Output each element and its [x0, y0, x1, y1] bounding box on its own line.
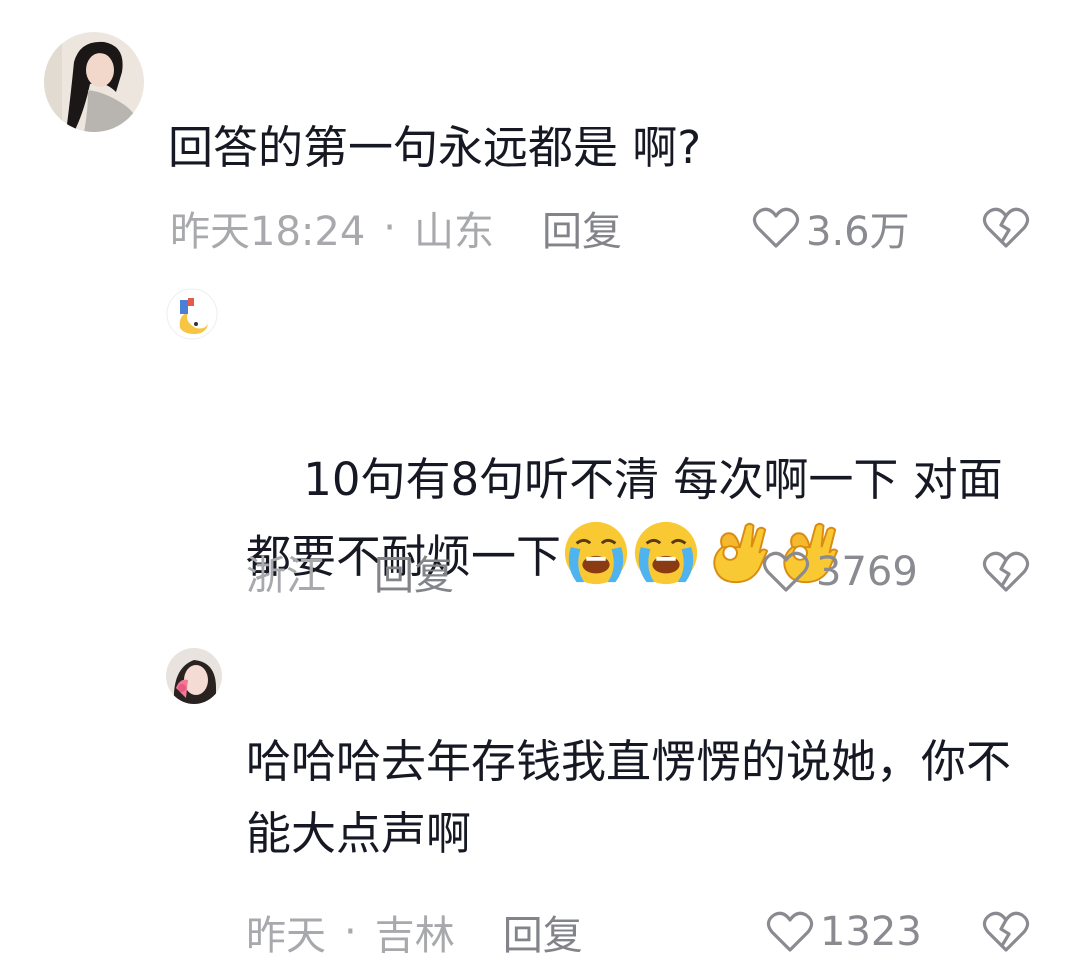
meta-separator: ·	[383, 205, 396, 251]
reply-comment-item: 10句有8句听不清 每次啊一下 对面都要不耐烦一下 浙江 回复 3769	[0, 280, 1080, 620]
avatar-image	[44, 32, 144, 132]
comment-meta: 浙江 回复	[246, 548, 454, 599]
comment-meta: 昨天18:24 · 山东 回复	[170, 204, 622, 255]
comment-time: 昨天18:24	[170, 209, 366, 255]
comment-text: 回答的第一句永远都是 啊?	[168, 121, 702, 174]
meta-separator: ·	[344, 909, 357, 955]
avatar[interactable]	[44, 32, 144, 132]
comment-text: 哈哈哈去年存钱我直愣愣的说她，你不能大点声啊	[246, 735, 1012, 860]
like-button[interactable]: 1323	[766, 908, 922, 956]
like-count: 1323	[820, 909, 922, 955]
comment-location: 浙江	[246, 553, 326, 599]
dislike-button[interactable]	[982, 910, 1030, 958]
broken-heart-icon	[982, 551, 1030, 592]
like-button[interactable]: 3.6万	[752, 204, 910, 255]
dislike-button[interactable]	[982, 206, 1030, 254]
dislike-button[interactable]	[982, 550, 1030, 598]
like-count: 3.6万	[806, 209, 910, 255]
avatar[interactable]	[166, 288, 218, 340]
avatar[interactable]	[166, 648, 222, 704]
ok-hand-emoji	[713, 522, 769, 584]
reply-button[interactable]: 回复	[374, 543, 454, 601]
reply-button[interactable]: 回复	[503, 903, 583, 961]
reply-button[interactable]: 回复	[542, 199, 622, 257]
comment-location: 吉林	[374, 913, 455, 959]
comment-time: 昨天	[246, 913, 326, 959]
comment-location: 山东	[414, 209, 494, 255]
broken-heart-icon	[982, 207, 1030, 248]
heart-icon	[766, 911, 814, 952]
loudly-crying-face-emoji	[564, 521, 628, 585]
comment-item: 回答的第一句永远都是 啊? 昨天18:24 · 山东 回复 3.6万	[0, 0, 1080, 260]
comment-text: 10句有8句听不清 每次啊一下 对面都要不耐烦一下	[246, 366, 1026, 671]
loudly-crying-face-emoji	[634, 521, 698, 585]
like-count: 3769	[816, 549, 918, 595]
reply-comment-item: 哈哈哈去年存钱我直愣愣的说她，你不能大点声啊 昨天 · 吉林 回复 1323	[0, 640, 1080, 976]
like-button[interactable]: 3769	[762, 548, 918, 596]
heart-icon	[762, 551, 810, 592]
avatar-image	[166, 648, 222, 704]
avatar-image	[166, 288, 218, 340]
comment-meta: 昨天 · 吉林 回复	[246, 908, 583, 959]
heart-icon	[752, 207, 800, 248]
broken-heart-icon	[982, 911, 1030, 952]
